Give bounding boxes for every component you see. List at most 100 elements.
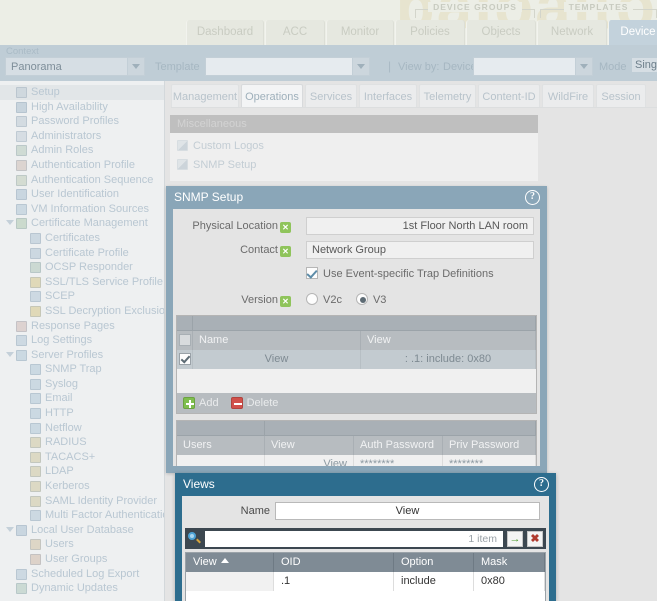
sidebar-item-ssl-decryption-exclusion[interactable]: SSL Decryption Exclusion (0, 304, 164, 319)
apply-filter-button[interactable]: → (507, 530, 523, 547)
sidebar-item-admin-roles[interactable]: Admin Roles (0, 143, 164, 158)
select-all-header[interactable] (177, 331, 193, 350)
sidebar-item-multi-factor-authentication[interactable]: Multi Factor Authentication (0, 508, 164, 523)
nav-tab-monitor[interactable]: Monitor (326, 20, 394, 45)
nav-tab-network[interactable]: Network (537, 20, 607, 45)
nav-tab-acc[interactable]: ACC (265, 20, 325, 45)
version-v2c-radio[interactable] (306, 293, 318, 305)
col-name[interactable]: Name (193, 331, 361, 350)
sidebar-item-users[interactable]: Users (0, 537, 164, 552)
tab-services[interactable]: Services (305, 84, 357, 108)
sidebar-item-vm-information-sources[interactable]: VM Information Sources (0, 202, 164, 217)
col-mask[interactable]: Mask (474, 553, 545, 572)
select-all-checkbox[interactable] (178, 334, 191, 346)
tab-content-id[interactable]: Content-ID (478, 84, 540, 108)
template-override-icon[interactable]: ✕ (280, 246, 291, 257)
template-override-icon[interactable]: ✕ (280, 296, 291, 307)
sidebar-item-certificate-profile[interactable]: Certificate Profile (0, 246, 164, 261)
chevron-down-icon[interactable] (6, 220, 14, 226)
sidebar-item-ssl-tls-service-profile[interactable]: SSL/TLS Service Profile (0, 275, 164, 290)
sidebar-item-saml-identity-provider[interactable]: SAML Identity Provider (0, 494, 164, 509)
col-auth-password[interactable]: Auth Password (354, 436, 443, 455)
nav-tab-device[interactable]: Device (608, 20, 657, 45)
version-radio-group[interactable]: V2c V3 (306, 293, 400, 306)
search-icon[interactable] (188, 532, 201, 545)
tab-wildfire[interactable]: WildFire (542, 84, 594, 108)
table-row[interactable]: View ******** ******** (177, 455, 536, 466)
col-option[interactable]: Option (394, 553, 474, 572)
row-select-cell[interactable] (177, 350, 193, 369)
masthead: paloalto DEVICE GROUPS TEMPLATES Dashboa… (0, 0, 657, 45)
col-oid[interactable]: OID (274, 553, 394, 572)
context-select[interactable]: Panorama (5, 57, 145, 76)
misc-link-snmp-setup[interactable]: SNMP Setup (170, 156, 538, 175)
views-name-input[interactable] (275, 502, 540, 520)
col-users[interactable]: Users (177, 436, 265, 455)
misc-link-custom-logos[interactable]: Custom Logos (170, 137, 538, 156)
delete-button[interactable]: Delete (230, 397, 278, 409)
tab-management[interactable]: Management (171, 84, 239, 108)
nav-tab-dashboard[interactable]: Dashboard (186, 20, 264, 45)
sidebar-item-radius[interactable]: RADIUS (0, 435, 164, 450)
col-view[interactable]: View (361, 331, 536, 350)
sidebar-item-local-user-database[interactable]: Local User Database (0, 523, 164, 538)
sidebar-item-tacacs-[interactable]: TACACS+ (0, 450, 164, 465)
sidebar-item-password-profiles[interactable]: Password Profiles (0, 114, 164, 129)
sidebar-item-log-settings[interactable]: Log Settings (0, 333, 164, 348)
sidebar-item-scep[interactable]: SCEP (0, 289, 164, 304)
sidebar-item-http[interactable]: HTTP (0, 406, 164, 421)
snmp-users-grid-header: Users View Auth Password Priv Password (177, 436, 536, 455)
template-override-icon[interactable]: ✕ (280, 222, 291, 233)
sidebar-item-scheduled-log-export[interactable]: Scheduled Log Export (0, 567, 164, 582)
col-user-view[interactable]: View (265, 436, 354, 455)
sidebar-item-ldap[interactable]: LDAP (0, 464, 164, 479)
sidebar-item-snmp-trap[interactable]: SNMP Trap (0, 362, 164, 377)
device-label: Device (443, 61, 477, 73)
sidebar-item-user-identification[interactable]: User Identification (0, 187, 164, 202)
sidebar-item-server-profiles[interactable]: Server Profiles (0, 348, 164, 363)
help-icon[interactable]: ? (525, 190, 540, 205)
user-identification-icon (16, 189, 27, 201)
sidebar-item-certificates[interactable]: Certificates (0, 231, 164, 246)
sidebar-item-authentication-profile[interactable]: Authentication Profile (0, 158, 164, 173)
chevron-down-icon[interactable] (6, 351, 14, 357)
clear-filter-button[interactable]: ✖ (527, 530, 543, 547)
table-row[interactable]: .1 include 0x80 (186, 572, 545, 591)
sidebar-item-dynamic-updates[interactable]: Dynamic Updates (0, 581, 164, 596)
trap-definitions-checkbox-wrap[interactable]: Use Event-specific Trap Definitions (306, 267, 494, 280)
sidebar-item-ocsp-responder[interactable]: OCSP Responder (0, 260, 164, 275)
col-view[interactable]: View (186, 553, 274, 572)
help-icon[interactable]: ? (534, 477, 549, 492)
sidebar-item-user-groups[interactable]: User Groups (0, 552, 164, 567)
tab-operations[interactable]: Operations (241, 84, 303, 108)
trap-definitions-checkbox[interactable] (306, 267, 318, 279)
tab-interfaces[interactable]: Interfaces (359, 84, 417, 108)
row-checkbox[interactable] (178, 353, 191, 365)
sidebar-item-label: Dynamic Updates (31, 582, 118, 595)
nav-tab-policies[interactable]: Policies (395, 20, 465, 45)
sidebar-item-syslog[interactable]: Syslog (0, 377, 164, 392)
chevron-down-icon[interactable] (6, 526, 14, 532)
sidebar-item-kerberos[interactable]: Kerberos (0, 479, 164, 494)
tab-session[interactable]: Session (596, 84, 646, 108)
table-row[interactable]: View : .1: include: 0x80 (177, 350, 536, 369)
col-priv-password[interactable]: Priv Password (443, 436, 536, 455)
version-v3-radio[interactable] (355, 293, 368, 305)
sidebar-item-high-availability[interactable]: High Availability (0, 100, 164, 115)
contact-input[interactable] (306, 241, 534, 259)
search-input[interactable]: 1 item (205, 530, 503, 547)
nav-tab-objects[interactable]: Objects (466, 20, 536, 45)
sidebar-item-netflow[interactable]: Netflow (0, 421, 164, 436)
sidebar-item-authentication-sequence[interactable]: Authentication Sequence (0, 173, 164, 188)
sidebar-item-response-pages[interactable]: Response Pages (0, 319, 164, 334)
add-button[interactable]: Add (183, 397, 219, 409)
sidebar-item-certificate-management[interactable]: Certificate Management (0, 216, 164, 231)
physical-location-input[interactable] (306, 217, 534, 235)
sidebar-item-email[interactable]: Email (0, 391, 164, 406)
sidebar[interactable]: Setup High Availability Password Profiles A… (0, 81, 165, 601)
template-select[interactable] (205, 57, 370, 76)
tab-telemetry[interactable]: Telemetry (419, 84, 476, 108)
sidebar-item-administrators[interactable]: Administrators (0, 129, 164, 144)
sidebar-item-setup[interactable]: Setup (0, 85, 164, 100)
device-select[interactable] (473, 57, 593, 76)
